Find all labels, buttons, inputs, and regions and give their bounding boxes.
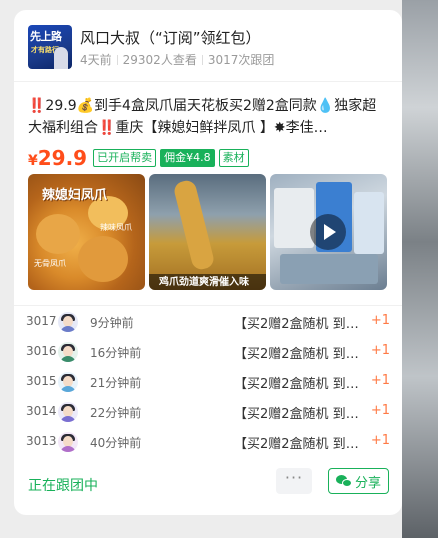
- card-footer: 正在跟团中 ··· 分享: [14, 466, 402, 506]
- order-time: 16分钟前: [90, 346, 142, 360]
- tag-commission[interactable]: 佣金¥4.8: [160, 149, 215, 167]
- food-shape: [78, 236, 128, 282]
- order-number: 3017: [26, 314, 57, 328]
- divider: [14, 81, 402, 82]
- following-status[interactable]: 正在跟团中: [28, 475, 98, 495]
- more-button[interactable]: ···: [276, 468, 312, 494]
- order-time: 21分钟前: [90, 376, 142, 390]
- user-avatar: [58, 432, 78, 452]
- avatar-figure: [54, 47, 68, 69]
- share-label: 分享: [354, 475, 381, 491]
- divider: [14, 305, 402, 306]
- user-avatar: [58, 372, 78, 392]
- order-product: 【买2赠2盒随机 到手4盒】: [234, 347, 366, 362]
- order-product: 【买2赠2盒随机 到手4盒】: [234, 437, 366, 452]
- background-image-edge: [402, 0, 438, 538]
- group-buy-card[interactable]: 先上路 才有路行 风口大叔（“订阅”领红包） 4天前 29302人查看 3017次跟…: [14, 10, 402, 515]
- order-qty: +1: [370, 313, 390, 328]
- package-shape: [274, 188, 314, 248]
- meta-separator: [116, 55, 118, 65]
- avatar-text: 先上路: [30, 30, 62, 43]
- order-product: 【买2赠2盒随机 到手4盒】: [234, 377, 366, 392]
- post-time: 4天前: [80, 53, 112, 67]
- order-qty: +1: [370, 403, 390, 418]
- order-number: 3014: [26, 404, 57, 418]
- order-product: 【买2赠2盒随机 到手4盒】: [234, 317, 366, 332]
- food-shape: [36, 214, 80, 254]
- shop-meta: 4天前 29302人查看 3017次跟团: [80, 51, 274, 68]
- product-title[interactable]: ‼️29.9💰到手4盒凤爪届天花板买2赠2盒同款💧独家超大福利组合‼️重庆【辣媳…: [28, 95, 388, 139]
- image-caption: 鸡爪劲道爽滑催入味: [159, 277, 249, 288]
- follow-count: 3017次跟团: [207, 53, 275, 67]
- user-avatar: [58, 402, 78, 422]
- order-time: 9分钟前: [90, 316, 134, 330]
- order-time: 22分钟前: [90, 406, 142, 420]
- order-qty: +1: [370, 343, 390, 358]
- image-label: 无骨凤爪: [34, 259, 66, 268]
- order-row[interactable]: 3017 9分钟前 【买2赠2盒随机 到手4盒】 +1: [26, 308, 390, 338]
- order-product: 【买2赠2盒随机 到手4盒】: [234, 407, 366, 422]
- user-avatar: [58, 312, 78, 332]
- order-row[interactable]: 3013 40分钟前 【买2赠2盒随机 到手4盒】 +1: [26, 428, 390, 458]
- tag-help-sell[interactable]: 已开启帮卖: [93, 149, 157, 167]
- order-number: 3015: [26, 374, 57, 388]
- product-images: 辣媳妇凤爪 辣味凤爪 无骨凤爪 鸡爪劲道爽滑催入味: [28, 174, 387, 290]
- product-image-2[interactable]: 鸡爪劲道爽滑催入味: [149, 174, 266, 290]
- wechat-icon: [335, 474, 352, 488]
- order-number: 3013: [26, 434, 57, 448]
- play-icon[interactable]: [310, 214, 346, 250]
- meta-separator: [201, 55, 203, 65]
- shop-header[interactable]: 先上路 才有路行 风口大叔（“订阅”领红包） 4天前 29302人查看 3017次跟…: [28, 25, 388, 71]
- package-shape: [354, 192, 384, 254]
- order-number: 3016: [26, 344, 57, 358]
- order-qty: +1: [370, 433, 390, 448]
- product-video[interactable]: [270, 174, 387, 290]
- user-avatar: [58, 342, 78, 362]
- order-time: 40分钟前: [90, 436, 142, 450]
- tag-material[interactable]: 素材: [218, 149, 249, 167]
- product-image-1[interactable]: 辣媳妇凤爪 辣味凤爪 无骨凤爪: [28, 174, 145, 290]
- order-row[interactable]: 3015 21分钟前 【买2赠2盒随机 到手4盒】 +1: [26, 368, 390, 398]
- order-list: 3017 9分钟前 【买2赠2盒随机 到手4盒】 +1 3016 16分钟前 【…: [26, 308, 390, 458]
- price-row: ¥29.9 已开启帮卖 佣金¥4.8 素材: [28, 145, 249, 171]
- share-button[interactable]: 分享: [328, 468, 389, 494]
- order-qty: +1: [370, 373, 390, 388]
- shop-name[interactable]: 风口大叔（“订阅”领红包）: [80, 27, 261, 48]
- package-shape: [280, 254, 378, 284]
- product-price: ¥29.9: [28, 146, 88, 170]
- image-label: 辣味凤爪: [100, 223, 132, 232]
- chicken-feet-shape: [172, 178, 216, 272]
- view-count: 29302人查看: [122, 53, 197, 67]
- order-row[interactable]: 3014 22分钟前 【买2赠2盒随机 到手4盒】 +1: [26, 398, 390, 428]
- image-caption: 辣媳妇凤爪: [42, 188, 108, 203]
- order-row[interactable]: 3016 16分钟前 【买2赠2盒随机 到手4盒】 +1: [26, 338, 390, 368]
- shop-avatar[interactable]: 先上路 才有路行: [28, 25, 72, 69]
